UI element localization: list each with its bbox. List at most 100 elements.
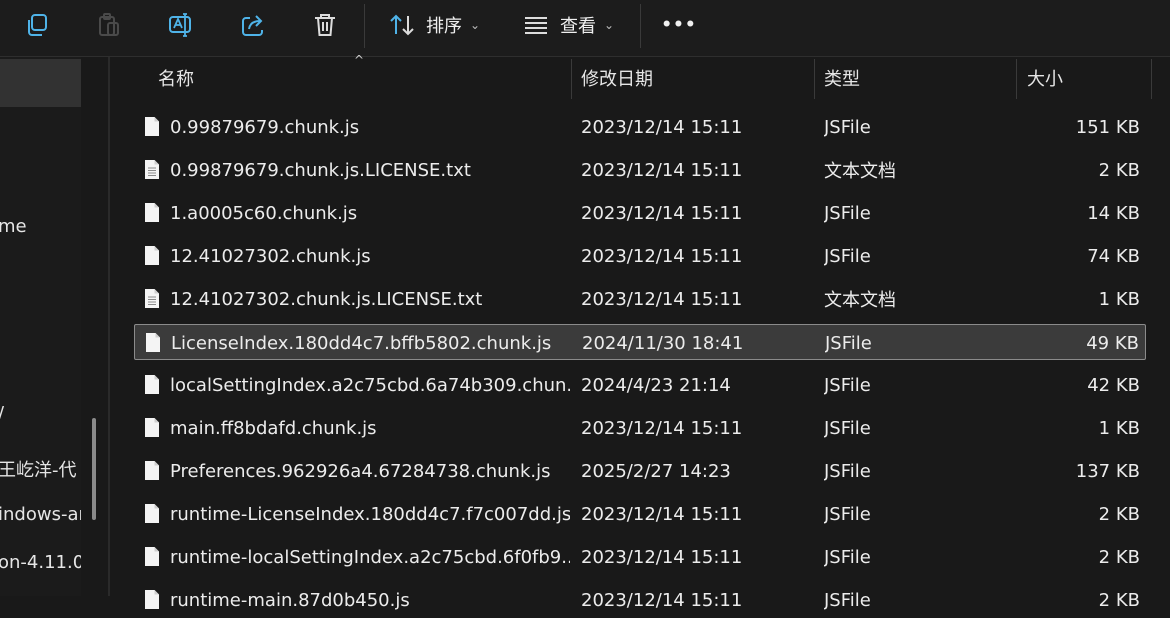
share-icon [242, 15, 263, 36]
file-size: 137 KB [1075, 460, 1140, 482]
file-type: JSFile [825, 332, 872, 354]
js-file-icon [144, 417, 160, 438]
file-name: runtime-LicenseIndex.180dd4c7.f7c007dd.j… [170, 503, 570, 525]
js-file-icon [144, 116, 160, 137]
copy-icon [28, 14, 47, 36]
column-separator[interactable] [1016, 59, 1017, 99]
column-separator[interactable] [571, 59, 572, 99]
file-size: 2 KB [1098, 589, 1140, 611]
file-row[interactable]: 12.41027302.chunk.js.LICENSE.txt 2023/12/… [134, 281, 1146, 317]
js-file-icon [144, 374, 160, 395]
file-type: 文本文档 [824, 290, 896, 311]
file-modified-date: 2024/4/23 21:14 [581, 374, 731, 396]
column-header-date[interactable]: 修改日期 [581, 57, 813, 99]
nav-item[interactable]: / [0, 403, 4, 424]
file-type: JSFile [824, 202, 871, 224]
file-name: 1.a0005c60.chunk.js [170, 202, 358, 224]
file-name: Preferences.962926a4.67284738.chunk.js [170, 460, 551, 482]
nav-item[interactable]: indows-ar [0, 504, 81, 525]
file-row[interactable]: runtime-main.87d0b450.js 2023/12/14 15:11… [134, 582, 1146, 618]
sort-label: 排序 [426, 16, 462, 37]
file-size: 2 KB [1098, 503, 1140, 525]
file-modified-date: 2023/12/14 15:11 [581, 503, 743, 525]
column-size-label: 大小 [1027, 69, 1063, 90]
file-size: 14 KB [1087, 202, 1140, 224]
file-modified-date: 2023/12/14 15:11 [581, 546, 743, 568]
file-row[interactable]: localSettingIndex.a2c75cbd.6a74b309.chun… [134, 367, 1146, 403]
more-options-button[interactable]: ••• [660, 6, 698, 44]
file-size: 2 KB [1098, 159, 1140, 181]
file-size: 1 KB [1098, 288, 1140, 310]
file-name: 0.99879679.chunk.js [170, 116, 360, 138]
file-list: 名称 ^ 修改日期 类型 大小 0.99879679.chunk.js 2023/… [110, 53, 1170, 611]
sidebar-scrollbar[interactable] [92, 418, 96, 520]
file-type: JSFile [824, 503, 871, 525]
file-row[interactable]: Preferences.962926a4.67284738.chunk.js 20… [134, 453, 1146, 489]
file-row[interactable]: main.ff8bdafd.chunk.js 2023/12/14 15:11 JS… [134, 410, 1146, 446]
file-size: 42 KB [1087, 374, 1140, 396]
delete-button[interactable] [306, 6, 344, 44]
column-type-label: 类型 [824, 69, 860, 90]
file-size: 151 KB [1075, 116, 1140, 138]
file-size: 2 KB [1098, 546, 1140, 568]
file-type: JSFile [824, 116, 871, 138]
file-name: runtime-localSettingIndex.a2c75cbd.6f0fb… [170, 546, 570, 568]
file-type: JSFile [824, 245, 871, 267]
nav-item[interactable]: 王屹洋-代 [0, 456, 77, 482]
view-button[interactable]: 查看 ⌄ [522, 6, 614, 44]
chevron-down-icon: ⌄ [470, 18, 481, 32]
sort-ascending-icon: ^ [354, 53, 365, 67]
file-type: JSFile [824, 546, 871, 568]
file-modified-date: 2023/12/14 15:11 [581, 288, 743, 310]
column-header-size[interactable]: 大小 [1027, 57, 1147, 99]
text-file-icon [144, 288, 160, 309]
js-file-icon [144, 503, 160, 524]
column-separator[interactable] [814, 59, 815, 99]
column-name-label: 名称 [158, 69, 194, 90]
file-row[interactable]: runtime-LicenseIndex.180dd4c7.f7c007dd.j… [134, 496, 1146, 532]
js-file-icon [145, 332, 161, 353]
text-file-icon [144, 159, 160, 180]
chevron-down-icon: ⌄ [604, 18, 615, 32]
file-size: 1 KB [1098, 417, 1140, 439]
file-modified-date: 2023/12/14 15:11 [581, 417, 743, 439]
navigation-pane: me / 王屹洋-代 indows-ar on-4.11.0. [0, 57, 81, 596]
file-type: JSFile [824, 589, 871, 611]
copy-button[interactable] [18, 6, 56, 44]
column-header-type[interactable]: 类型 [824, 57, 1016, 99]
file-modified-date: 2024/11/30 18:41 [582, 332, 744, 354]
file-name: 12.41027302.chunk.js [170, 245, 371, 267]
file-row[interactable]: 12.41027302.chunk.js 2023/12/14 15:11 JSFi… [134, 238, 1146, 274]
file-modified-date: 2023/12/14 15:11 [581, 116, 743, 138]
file-size: 74 KB [1087, 245, 1140, 267]
paste-button[interactable] [90, 6, 128, 44]
nav-item-selected[interactable] [0, 59, 81, 107]
file-modified-date: 2025/2/27 14:23 [581, 460, 731, 482]
nav-item[interactable]: me [0, 216, 27, 237]
paste-icon [99, 13, 119, 36]
rename-icon [169, 13, 191, 37]
toolbar-separator [364, 4, 365, 48]
file-row[interactable]: 0.99879679.chunk.js.LICENSE.txt 2023/12/1… [134, 152, 1146, 188]
file-type: JSFile [824, 460, 871, 482]
file-row[interactable]: LicenseIndex.180dd4c7.bffb5802.chunk.js 2… [134, 324, 1146, 360]
column-date-label: 修改日期 [581, 69, 653, 90]
js-file-icon [144, 245, 160, 266]
more-icon: ••• [661, 15, 697, 35]
sort-icon [390, 14, 414, 36]
file-name: 0.99879679.chunk.js.LICENSE.txt [170, 159, 471, 181]
file-type: JSFile [824, 417, 871, 439]
file-modified-date: 2023/12/14 15:11 [581, 245, 743, 267]
rename-button[interactable] [162, 6, 200, 44]
file-size: 49 KB [1086, 332, 1139, 354]
file-row[interactable]: 0.99879679.chunk.js 2023/12/14 15:11 JSFil… [134, 109, 1146, 145]
file-name: runtime-main.87d0b450.js [170, 589, 410, 611]
column-separator[interactable] [1151, 59, 1152, 99]
js-file-icon [144, 202, 160, 223]
file-row[interactable]: runtime-localSettingIndex.a2c75cbd.6f0fb… [134, 539, 1146, 575]
file-row[interactable]: 1.a0005c60.chunk.js 2023/12/14 15:11 JSFil… [134, 195, 1146, 231]
share-button[interactable] [234, 6, 272, 44]
nav-item[interactable]: on-4.11.0. [0, 552, 81, 573]
sort-button[interactable]: 排序 ⌄ [388, 6, 480, 44]
view-icon [525, 17, 547, 34]
